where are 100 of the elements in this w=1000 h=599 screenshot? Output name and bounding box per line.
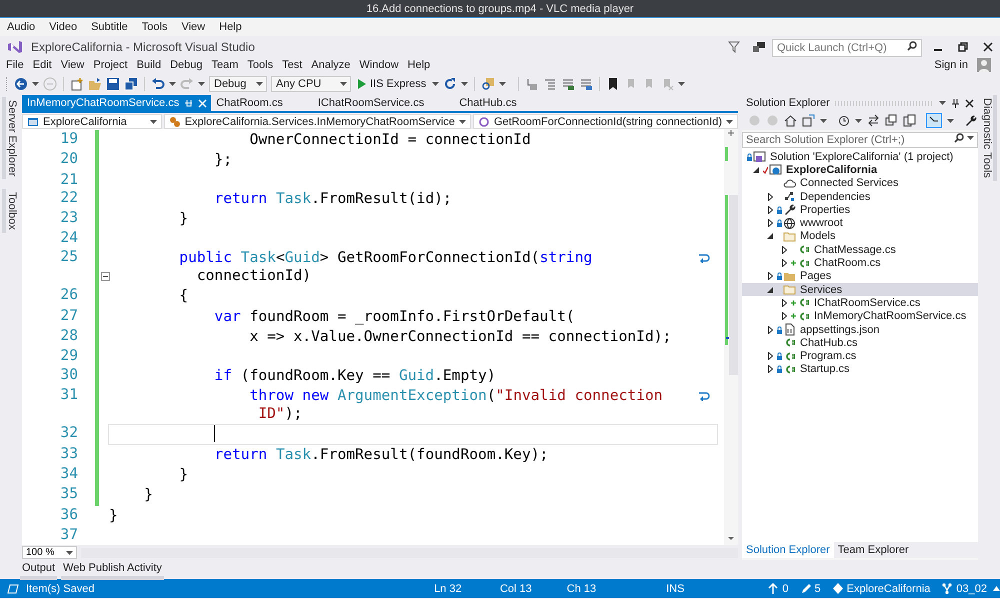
platform-dropdown[interactable]: Any CPU (271, 76, 351, 92)
home-icon[interactable] (784, 114, 797, 127)
filter-icon[interactable] (728, 41, 740, 53)
back-icon[interactable] (14, 76, 28, 90)
wrench-icon[interactable] (964, 114, 977, 127)
collapsed-arrow-icon[interactable] (768, 352, 772, 360)
pending-changes-button[interactable]: 5 (800, 582, 821, 594)
collapse-all-icon[interactable] (885, 114, 898, 127)
new-project-icon[interactable] (70, 76, 84, 90)
close-icon[interactable] (965, 98, 974, 108)
menu-item[interactable]: Edit (32, 59, 61, 71)
zoom-dropdown[interactable]: 100 % (22, 546, 78, 559)
menu-item[interactable]: View (60, 59, 94, 71)
side-tab[interactable]: Server Explorer (2, 97, 18, 180)
collapsed-arrow-icon[interactable] (768, 219, 772, 228)
expanded-arrow-icon[interactable] (767, 233, 773, 240)
save-all-icon[interactable] (124, 76, 138, 90)
collapsed-arrow-icon[interactable] (782, 312, 786, 320)
quick-launch-field[interactable]: Quick Launch (Ctrl+Q) (772, 38, 922, 56)
collapsed-arrow-icon[interactable] (782, 298, 786, 307)
panel-tab[interactable]: Solution Explorer (742, 542, 834, 558)
history-icon[interactable] (837, 114, 850, 127)
menu-item[interactable]: Video (49, 21, 82, 33)
menu-item[interactable]: File (6, 59, 33, 71)
run-button[interactable]: IIS Express (355, 76, 428, 92)
collapsed-arrow-icon[interactable] (768, 326, 772, 334)
menu-item[interactable]: Subtitle (91, 21, 133, 33)
menu-item[interactable]: Debug (170, 59, 212, 71)
tree-item[interactable]: InMemoryChatRoomService.cs (742, 310, 978, 323)
tree-item[interactable]: IChatRoomService.cs (742, 296, 978, 310)
tree-item[interactable]: wwwroot (742, 216, 978, 230)
pin-icon[interactable] (951, 98, 960, 108)
menu-item[interactable]: Analyze (311, 59, 360, 71)
menu-item[interactable]: Tools (247, 59, 282, 71)
sync-view-icon[interactable] (802, 114, 815, 127)
outdent-icon[interactable] (525, 76, 540, 90)
menu-item[interactable]: View (181, 21, 210, 33)
collapsed-arrow-icon[interactable] (768, 365, 772, 374)
file-tab[interactable]: ChatRoom.cs (211, 95, 313, 111)
tree-item[interactable]: Program.cs (742, 349, 978, 363)
show-all-files-icon[interactable] (903, 114, 916, 127)
open-folder-icon[interactable] (88, 76, 102, 90)
undo-icon[interactable] (151, 76, 165, 90)
unpushed-commits-button[interactable]: 0 (768, 582, 788, 594)
branch-button[interactable]: 03_02 (942, 582, 987, 594)
tree-item[interactable]: ChatHub.cs (742, 336, 978, 350)
tree-item[interactable]: Solution 'ExploreCalifornia' (1 project) (742, 150, 978, 164)
tree-item[interactable]: Services (742, 282, 978, 296)
search-icon[interactable] (907, 40, 917, 50)
search-icon[interactable] (954, 133, 964, 143)
menu-item[interactable]: Build (136, 59, 170, 71)
tree-item[interactable]: ChatRoom.cs (742, 256, 978, 270)
menu-item[interactable]: Project (93, 59, 137, 71)
preview-toggle-icon[interactable] (926, 113, 942, 128)
collapsed-arrow-icon[interactable] (782, 246, 786, 254)
menu-item[interactable]: Help (408, 59, 440, 71)
tree-item[interactable]: Pages (742, 270, 978, 283)
tree-item[interactable]: Connected Services (742, 176, 978, 190)
comment-icon[interactable] (561, 76, 576, 90)
tree-item[interactable]: Startup.cs (742, 362, 978, 376)
collapsed-arrow-icon[interactable] (768, 206, 772, 214)
tree-item[interactable]: appsettings.json (742, 322, 978, 336)
expanded-arrow-icon[interactable] (753, 166, 759, 173)
restore-icon[interactable] (957, 41, 969, 53)
refresh-icon[interactable] (443, 76, 458, 90)
tree-item[interactable]: ExploreCalifornia (742, 163, 978, 177)
menu-item[interactable]: Team (212, 59, 248, 71)
repository-button[interactable]: ExploreCalifornia (832, 582, 930, 594)
browse-icon[interactable] (481, 76, 496, 90)
collapsed-arrow-icon[interactable] (782, 259, 786, 268)
menu-item[interactable]: Tools (142, 21, 172, 33)
indent-icon[interactable] (543, 76, 558, 90)
side-tab[interactable]: Toolbox (2, 189, 18, 234)
file-tab[interactable]: ChatHub.cs (454, 95, 547, 111)
sign-in-link[interactable]: Sign in (934, 59, 977, 71)
sync-arrows-icon[interactable] (867, 114, 880, 127)
tree-item[interactable]: ChatMessage.cs (742, 243, 978, 256)
side-tab[interactable]: Diagnostic Tools (981, 95, 997, 181)
tree-item[interactable]: Models (742, 230, 978, 244)
save-icon[interactable] (106, 76, 120, 90)
collapse-icon[interactable] (101, 272, 110, 281)
collapsed-arrow-icon[interactable] (768, 272, 772, 280)
configuration-dropdown[interactable]: Debug (209, 76, 267, 92)
collapsed-arrow-icon[interactable] (768, 192, 772, 201)
file-tab[interactable]: IChatRoomService.cs (312, 95, 454, 111)
navigation-dropdown[interactable]: ExploreCalifornia (22, 114, 162, 129)
menu-item[interactable]: Test (282, 59, 312, 71)
feedback-icon[interactable] (752, 41, 766, 53)
navigation-dropdown[interactable]: GetRoomForConnectionId(string connectionId) (472, 114, 738, 129)
close-icon[interactable] (982, 41, 994, 53)
tree-item[interactable]: Dependencies (742, 190, 978, 204)
menu-item[interactable]: Help (219, 21, 247, 33)
expanded-arrow-icon[interactable] (767, 286, 773, 293)
menu-item[interactable]: Window (359, 59, 408, 71)
search-field[interactable]: Search Solution Explorer (Ctrl+;) (742, 132, 978, 148)
tree-item[interactable]: Properties (742, 203, 978, 216)
panel-tab[interactable]: Team Explorer (834, 542, 913, 558)
menu-item[interactable]: Audio (7, 21, 40, 33)
uncomment-icon[interactable] (579, 76, 594, 90)
navigation-dropdown[interactable]: ExploreCalifornia.Services.InMemoryChatRoomService (164, 114, 471, 129)
